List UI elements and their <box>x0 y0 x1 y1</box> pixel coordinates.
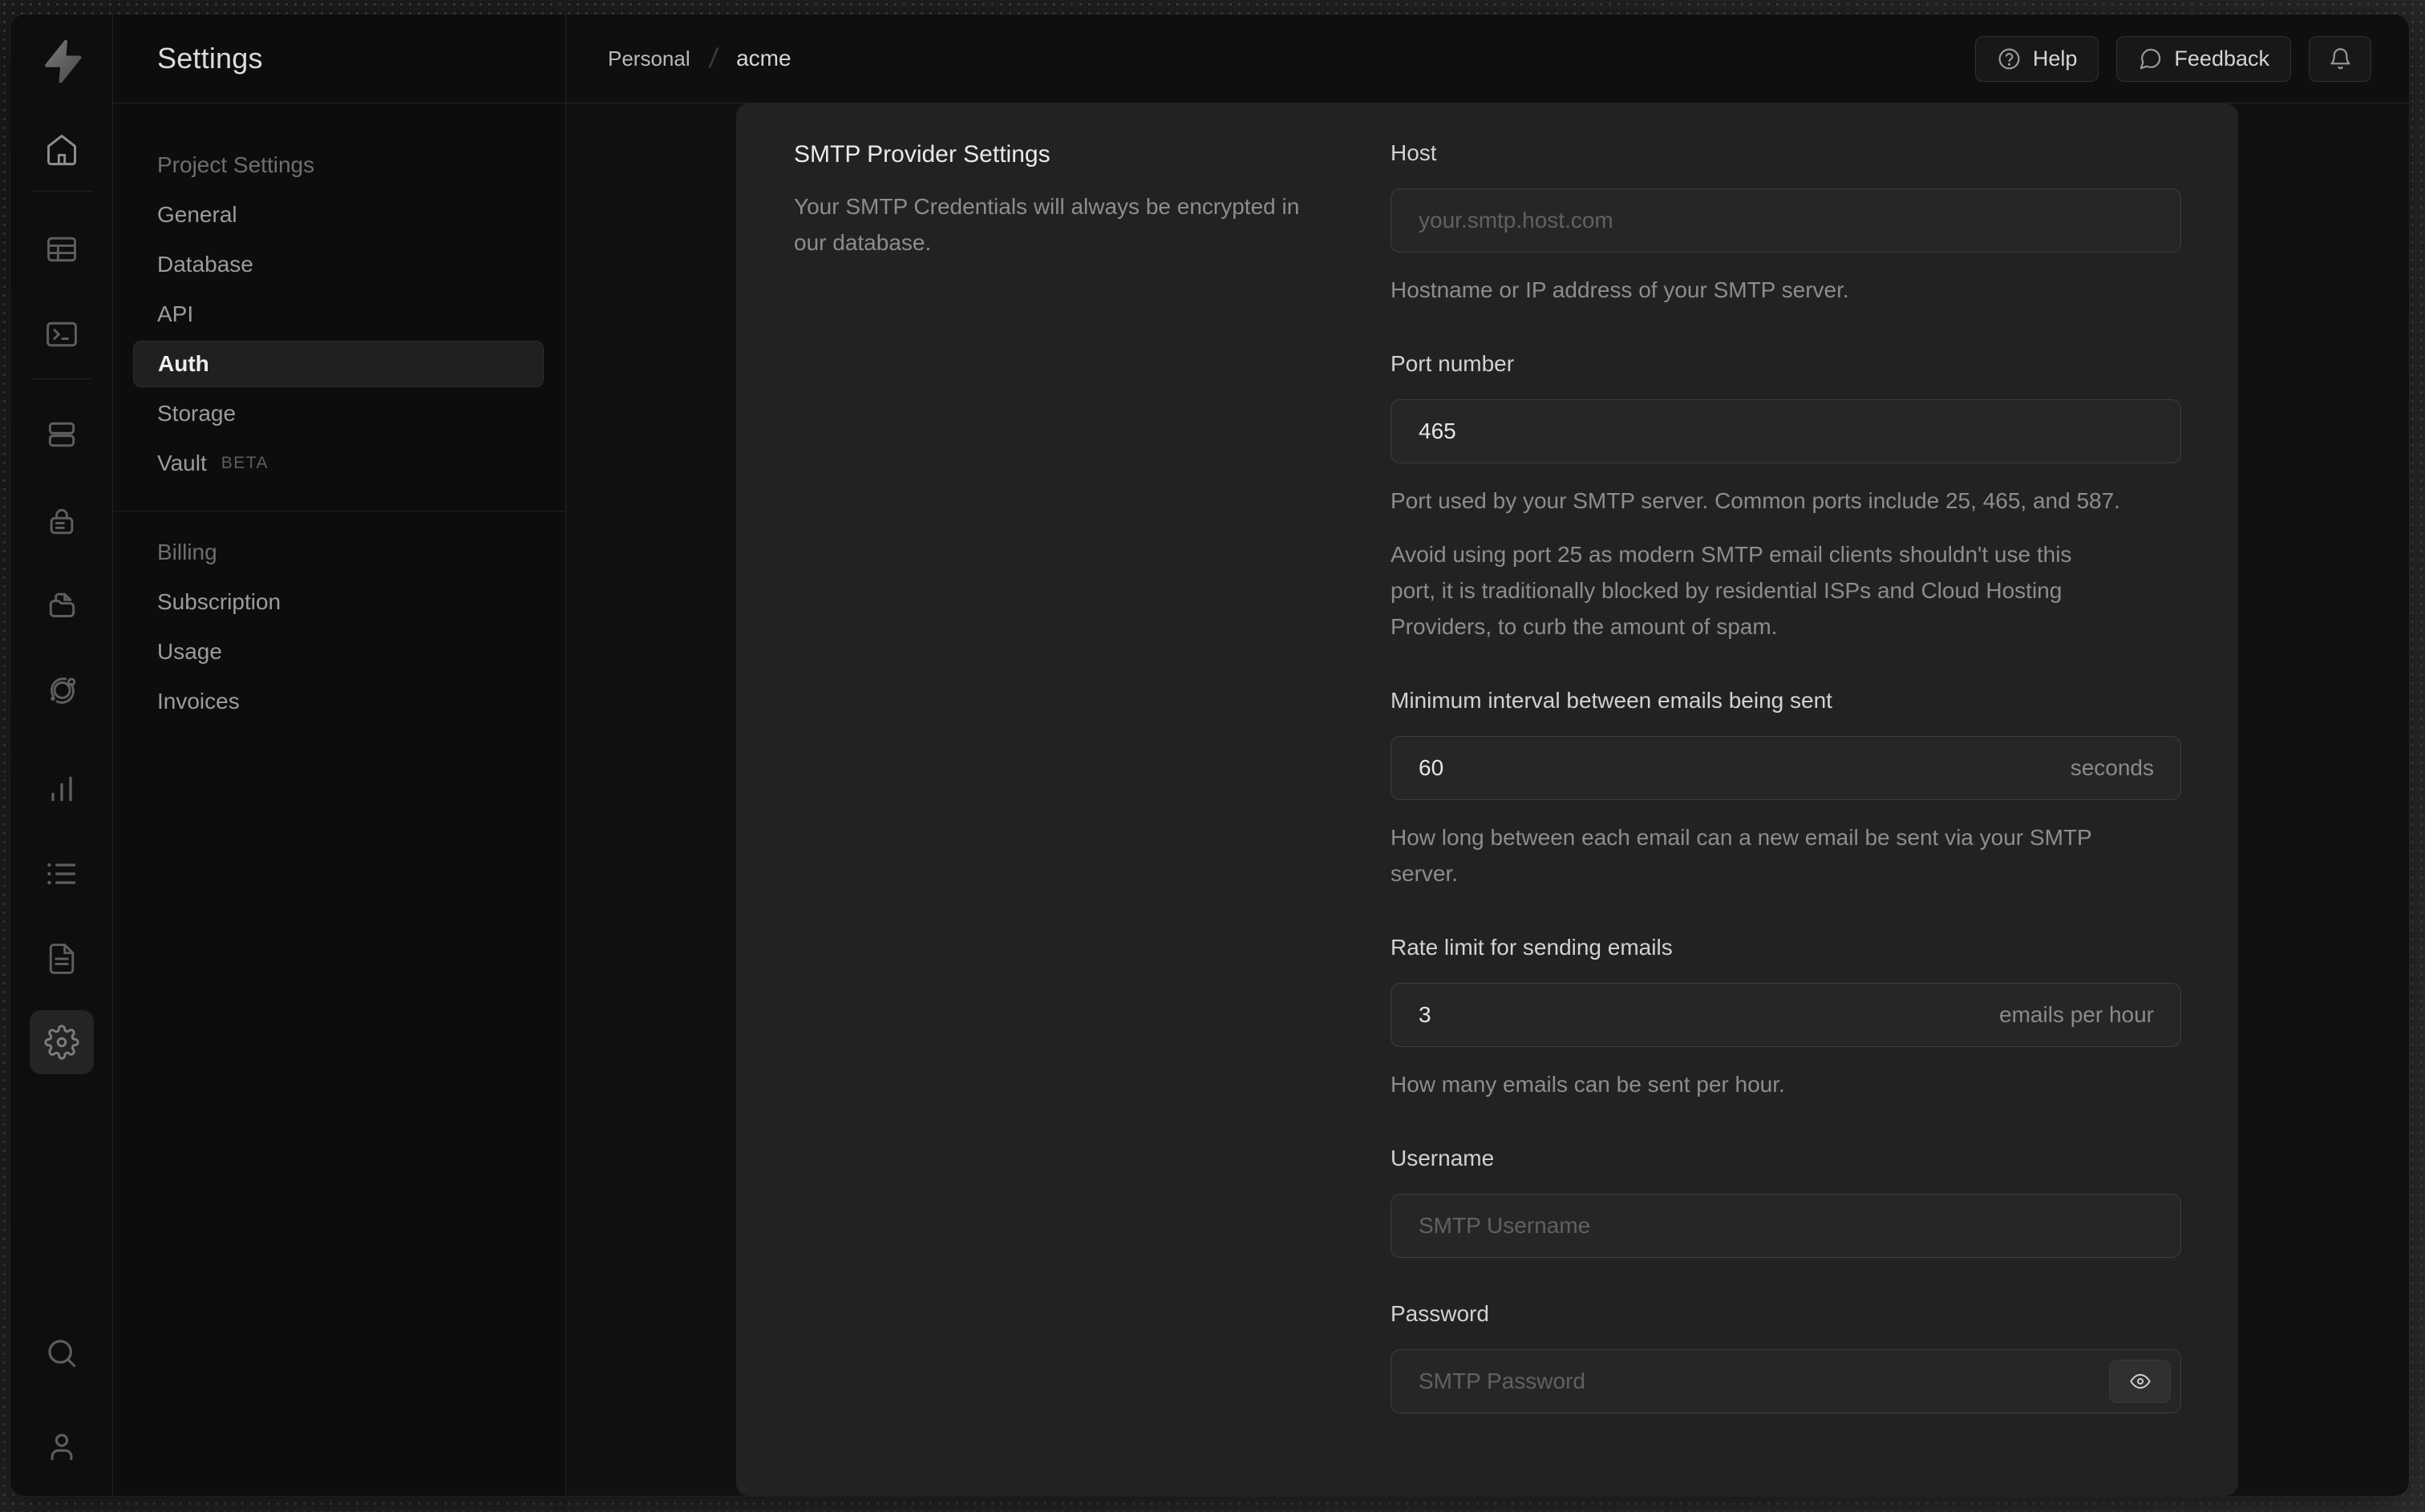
username-input[interactable] <box>1391 1194 2181 1258</box>
rate-limit-input-wrap: emails per hour <box>1391 983 2181 1047</box>
rate-limit-input[interactable] <box>1391 983 2181 1047</box>
eye-icon <box>2129 1373 2151 1389</box>
nav-rail <box>10 14 113 1496</box>
minimum-interval-helper: How long between each email can a new em… <box>1391 819 2120 891</box>
helper-text: How long between each email can a new em… <box>1391 825 2092 886</box>
help-circle-icon <box>1998 48 2020 69</box>
user-icon[interactable] <box>30 1414 94 1478</box>
field-password: Password <box>1391 1300 2181 1413</box>
section-header-project-settings: Project Settings <box>157 152 315 177</box>
docs-icon[interactable] <box>30 927 94 991</box>
main-area: Personal / acme Help Feedback SMTP Provi… <box>566 14 2409 1496</box>
password-input[interactable] <box>1391 1349 2181 1413</box>
minimum-interval-input[interactable] <box>1391 736 2181 800</box>
minimum-interval-label: Minimum interval between emails being se… <box>1391 688 1832 713</box>
host-input-wrap <box>1391 188 2181 253</box>
field-port: Port number Port used by your SMTP serve… <box>1391 350 2181 645</box>
username-label: Username <box>1391 1146 1495 1170</box>
sidebar-item-storage[interactable]: Storage <box>113 389 565 439</box>
home-icon[interactable] <box>30 118 94 182</box>
sidebar-item-usage[interactable]: Usage <box>113 627 565 677</box>
field-username: Username <box>1391 1144 2181 1258</box>
logs-icon[interactable] <box>30 842 94 906</box>
top-bar: Personal / acme Help Feedback <box>566 14 2409 103</box>
helper-text: Port used by your SMTP server. Common po… <box>1391 488 2120 513</box>
breadcrumb-org[interactable]: Personal <box>608 46 690 71</box>
sidebar-item-database[interactable]: Database <box>113 240 565 289</box>
settings-sidebar: Settings Project Settings General Databa… <box>113 14 566 1496</box>
help-button[interactable]: Help <box>1974 35 2099 82</box>
port-label: Port number <box>1391 351 1515 376</box>
helper-text: How many emails can be sent per hour. <box>1391 1072 1785 1097</box>
smtp-settings-card: SMTP Provider Settings Your SMTP Credent… <box>736 103 2238 1496</box>
host-input[interactable] <box>1391 188 2181 253</box>
reports-icon[interactable] <box>30 757 94 821</box>
rate-limit-helper: How many emails can be sent per hour. <box>1391 1066 2120 1102</box>
bell-icon <box>2330 47 2350 69</box>
beta-badge: BETA <box>221 454 269 472</box>
sidebar-item-vault[interactable]: Vault BETA <box>113 439 565 488</box>
smtp-section-title: SMTP Provider Settings <box>794 141 1051 168</box>
breadcrumb-project[interactable]: acme <box>736 46 791 71</box>
settings-menu: Project Settings General Database API Au… <box>113 103 565 726</box>
table-editor-icon[interactable] <box>30 217 94 281</box>
notifications-button[interactable] <box>2309 35 2371 82</box>
feedback-button-label: Feedback <box>2174 46 2269 71</box>
app-window: Settings Project Settings General Databa… <box>10 14 2409 1496</box>
database-icon[interactable] <box>30 402 94 467</box>
sidebar-header: Settings <box>113 14 565 103</box>
help-button-label: Help <box>2032 46 2078 71</box>
helper-text: Hostname or IP address of your SMTP serv… <box>1391 277 1849 302</box>
field-minimum-interval: Minimum interval between emails being se… <box>1391 686 2181 891</box>
smtp-section-header: SMTP Provider Settings Your SMTP Credent… <box>794 139 1391 1496</box>
rail-divider <box>30 378 92 379</box>
chat-bubble-icon <box>2140 48 2161 69</box>
sidebar-item-general[interactable]: General <box>113 190 565 240</box>
edge-functions-icon[interactable] <box>30 657 94 722</box>
sidebar-item-label: Vault <box>157 451 207 475</box>
sql-editor-icon[interactable] <box>30 302 94 366</box>
sidebar-item-subscription[interactable]: Subscription <box>113 577 565 627</box>
username-input-wrap <box>1391 1194 2181 1258</box>
content-area: SMTP Provider Settings Your SMTP Credent… <box>566 103 2409 1496</box>
helper-text: Avoid using port 25 as modern SMTP email… <box>1391 542 2072 639</box>
sidebar-item-auth[interactable]: Auth <box>133 341 544 387</box>
host-label: Host <box>1391 140 1437 165</box>
section-header-billing: Billing <box>157 540 217 564</box>
header-actions: Help Feedback <box>1974 35 2371 82</box>
port-input-wrap <box>1391 399 2181 463</box>
smtp-form: Host Hostname or IP address of your SMTP… <box>1391 139 2181 1496</box>
password-input-wrap <box>1391 1349 2181 1413</box>
supabase-logo-icon[interactable] <box>36 35 87 87</box>
field-rate-limit: Rate limit for sending emails emails per… <box>1391 933 2181 1102</box>
port-input[interactable] <box>1391 399 2181 463</box>
port-helper: Port used by your SMTP server. Common po… <box>1391 483 2120 645</box>
page-title: Settings <box>157 42 263 75</box>
search-icon[interactable] <box>30 1321 94 1385</box>
breadcrumb: Personal / acme <box>608 43 791 75</box>
feedback-button[interactable]: Feedback <box>2116 35 2291 82</box>
reveal-password-button[interactable] <box>2109 1360 2171 1403</box>
breadcrumb-separator: / <box>707 42 719 74</box>
storage-icon[interactable] <box>30 572 94 637</box>
sidebar-item-invoices[interactable]: Invoices <box>113 677 565 726</box>
auth-lock-icon[interactable] <box>30 489 94 553</box>
sidebar-item-api[interactable]: API <box>113 289 565 339</box>
minimum-interval-input-wrap: seconds <box>1391 736 2181 800</box>
smtp-section-description: Your SMTP Credentials will always be enc… <box>794 194 1300 255</box>
host-helper: Hostname or IP address of your SMTP serv… <box>1391 272 2120 308</box>
field-host: Host Hostname or IP address of your SMTP… <box>1391 139 2181 308</box>
rate-limit-label: Rate limit for sending emails <box>1391 935 1673 960</box>
password-label: Password <box>1391 1301 1489 1326</box>
settings-gear-icon[interactable] <box>29 1010 94 1074</box>
rail-divider <box>30 191 92 192</box>
